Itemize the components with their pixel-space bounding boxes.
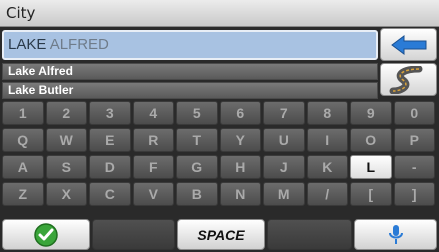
key[interactable]: G xyxy=(176,155,218,179)
result-label: Lake Butler xyxy=(8,83,74,97)
key-active[interactable]: L xyxy=(350,155,392,179)
key[interactable]: N xyxy=(219,182,261,206)
key[interactable]: V xyxy=(132,182,174,206)
key[interactable]: C xyxy=(89,182,131,206)
microphone-icon xyxy=(388,224,403,244)
key[interactable]: F xyxy=(132,155,174,179)
ok-button[interactable] xyxy=(2,219,90,250)
key[interactable]: 8 xyxy=(306,101,348,125)
key[interactable]: T xyxy=(176,128,218,152)
key[interactable]: I xyxy=(306,128,348,152)
route-button[interactable] xyxy=(380,63,437,96)
key[interactable]: B xyxy=(176,182,218,206)
key[interactable]: E xyxy=(89,128,131,152)
keyboard-row-3: A S D F G H J K L - xyxy=(0,155,439,181)
key[interactable]: 2 xyxy=(45,101,87,125)
key[interactable]: 6 xyxy=(219,101,261,125)
key[interactable]: X xyxy=(45,182,87,206)
key[interactable]: 3 xyxy=(89,101,131,125)
keyboard-row-1: 1 2 3 4 5 6 7 8 9 0 xyxy=(0,101,439,127)
autocomplete-text: ALFRED xyxy=(46,36,109,53)
key[interactable]: J xyxy=(263,155,305,179)
keyboard-row-2: Q W E R T Y U I O P xyxy=(0,128,439,154)
key[interactable]: / xyxy=(306,182,348,206)
key[interactable]: Q xyxy=(2,128,44,152)
key[interactable]: - xyxy=(393,155,435,179)
space-button[interactable]: SPACE xyxy=(177,219,265,250)
blank-key xyxy=(266,219,353,250)
key[interactable]: R xyxy=(132,128,174,152)
backspace-button[interactable] xyxy=(380,28,437,61)
on-screen-keyboard: 1 2 3 4 5 6 7 8 9 0 Q W E R T Y U I O P … xyxy=(0,101,439,209)
key[interactable]: U xyxy=(263,128,305,152)
city-search-input[interactable]: LAKE ALFRED xyxy=(2,30,378,60)
key[interactable]: Y xyxy=(219,128,261,152)
key[interactable]: A xyxy=(2,155,44,179)
results-list: Lake Alfred Lake Butler xyxy=(2,63,378,101)
key[interactable]: M xyxy=(263,182,305,206)
result-row[interactable]: Lake Butler xyxy=(2,82,378,99)
key[interactable]: P xyxy=(393,128,435,152)
key[interactable]: D xyxy=(89,155,131,179)
key[interactable]: 7 xyxy=(263,101,305,125)
result-row[interactable]: Lake Alfred xyxy=(2,63,378,80)
key[interactable]: Z xyxy=(2,182,44,206)
key[interactable]: O xyxy=(350,128,392,152)
key[interactable]: 1 xyxy=(2,101,44,125)
key[interactable]: 9 xyxy=(350,101,392,125)
key[interactable]: 4 xyxy=(132,101,174,125)
key[interactable]: ] xyxy=(393,182,435,206)
key[interactable]: W xyxy=(45,128,87,152)
voice-input-button[interactable] xyxy=(354,219,437,250)
typed-text: LAKE xyxy=(8,36,47,53)
key[interactable]: H xyxy=(219,155,261,179)
back-arrow-icon xyxy=(390,34,426,55)
keyboard-row-4: Z X C V B N M / [ ] xyxy=(0,182,439,208)
check-icon xyxy=(34,222,58,247)
blank-key xyxy=(91,219,176,250)
key[interactable]: 5 xyxy=(176,101,218,125)
road-route-icon xyxy=(389,65,422,94)
result-label: Lake Alfred xyxy=(8,64,73,78)
key[interactable]: S xyxy=(45,155,87,179)
key[interactable]: [ xyxy=(350,182,392,206)
bottom-toolbar: SPACE xyxy=(0,219,439,252)
key[interactable]: K xyxy=(306,155,348,179)
key[interactable]: 0 xyxy=(393,101,435,125)
page-title: City xyxy=(0,0,439,27)
